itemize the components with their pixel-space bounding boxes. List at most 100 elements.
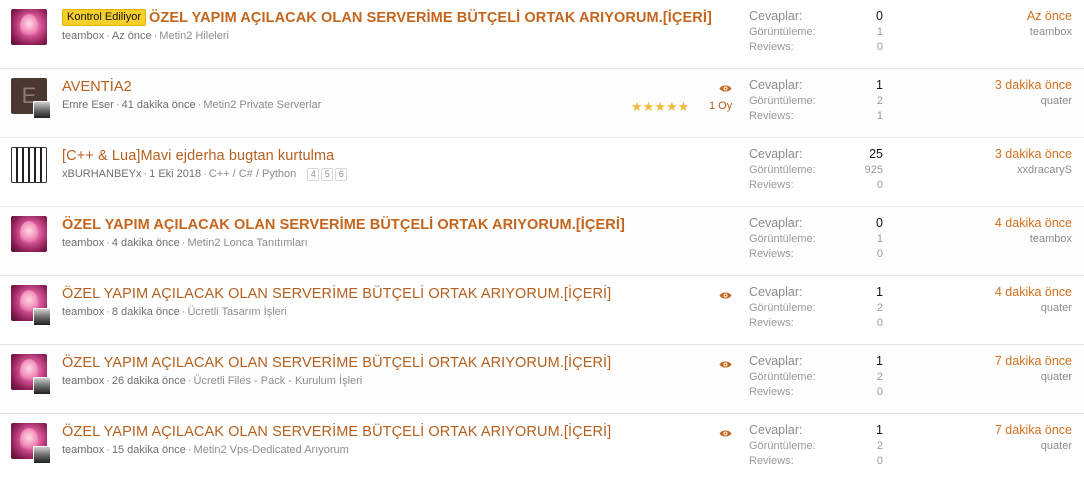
thread-stats: Cevaplar: 0 Görüntüleme: 1 Reviews: 0 <box>749 216 883 263</box>
thread-title-line: [C++ & Lua]Mavi ejderha bugtan kurtulma <box>62 147 334 165</box>
page-links: 456 <box>305 168 348 181</box>
thread-title-link[interactable]: ÖZEL YAPIM AÇILACAK OLAN SERVERİME BÜTÇE… <box>62 217 625 233</box>
views-count: 2 <box>876 371 883 383</box>
last-post-user[interactable]: quater <box>995 371 1072 383</box>
last-post-time[interactable]: 4 dakika önce <box>995 216 1072 233</box>
replies-label: Cevaplar: <box>749 423 803 437</box>
reviews-count: 0 <box>876 386 883 398</box>
eye-icon <box>719 430 732 437</box>
thread-stats: Cevaplar: 0 Görüntüleme: 1 Reviews: 0 <box>749 9 883 56</box>
thread-start-time[interactable]: 15 dakika önce <box>112 444 186 456</box>
thread-start-time[interactable]: 8 dakika önce <box>112 306 180 318</box>
thread-list: Kontrol Ediliyor ÖZEL YAPIM AÇILACAK OLAN… <box>0 0 1084 482</box>
thread-author-link[interactable]: xBURHANBEYx <box>62 168 141 180</box>
last-post: 4 dakika önce quater <box>995 285 1072 314</box>
last-post: 7 dakika önce quater <box>995 423 1072 452</box>
replies-label: Cevaplar: <box>749 354 803 368</box>
thread-author-link[interactable]: teambox <box>62 30 104 42</box>
thread-forum-link[interactable]: Ücretli Tasarım İşleri <box>187 306 286 318</box>
thread-title-link[interactable]: AVENTİA2 <box>62 79 132 95</box>
replies-count: 1 <box>876 354 883 368</box>
thread-author-link[interactable]: teambox <box>62 444 104 456</box>
star-icon: ★ <box>665 99 678 114</box>
thread-title-link[interactable]: ÖZEL YAPIM AÇILACAK OLAN SERVERİME BÜTÇE… <box>62 424 611 440</box>
last-post: Az önce teambox <box>1027 9 1072 38</box>
last-poster-avatar[interactable] <box>33 101 51 119</box>
reviews-count: 0 <box>876 317 883 329</box>
star-icon: ★ <box>654 99 666 114</box>
last-poster-avatar[interactable] <box>33 446 51 464</box>
thread-author-link[interactable]: teambox <box>62 375 104 387</box>
replies-label: Cevaplar: <box>749 216 803 230</box>
last-post-time[interactable]: 3 dakika önce <box>995 147 1072 164</box>
avatar[interactable] <box>11 9 47 45</box>
page-link[interactable]: 4 <box>307 168 320 181</box>
thread-title-line: ÖZEL YAPIM AÇILACAK OLAN SERVERİME BÜTÇE… <box>62 216 625 234</box>
thread-forum-link[interactable]: Metin2 Lonca Tanıtımları <box>187 237 307 249</box>
thread-title-link[interactable]: ÖZEL YAPIM AÇILACAK OLAN SERVERİME BÜTÇE… <box>62 355 611 371</box>
last-post-time[interactable]: 7 dakika önce <box>995 423 1072 440</box>
replies-count: 1 <box>876 285 883 299</box>
last-post-user[interactable]: quater <box>995 302 1072 314</box>
page-link[interactable]: 6 <box>335 168 348 181</box>
status-badge: Kontrol Ediliyor <box>62 9 146 26</box>
thread-title-line: ÖZEL YAPIM AÇILACAK OLAN SERVERİME BÜTÇE… <box>62 285 611 303</box>
thread-forum-link[interactable]: C++ / C# / Python <box>209 168 296 180</box>
reviews-label: Reviews: <box>749 317 794 329</box>
last-post-user[interactable]: quater <box>995 440 1072 452</box>
last-post-user[interactable]: teambox <box>995 233 1072 245</box>
last-poster-avatar[interactable] <box>33 308 51 326</box>
thread-title-link[interactable]: [C++ & Lua]Mavi ejderha bugtan kurtulma <box>62 148 334 164</box>
thread-forum-link[interactable]: Ücretli Files - Pack - Kurulum İşleri <box>194 375 363 387</box>
thread-meta: teambox · 4 dakika önce · Metin2 Lonca Tanıt… <box>62 237 308 249</box>
thread-start-time[interactable]: Az önce <box>112 30 152 42</box>
reviews-count: 1 <box>876 110 883 122</box>
reviews-count: 0 <box>876 41 883 53</box>
thread-title-link[interactable]: ÖZEL YAPIM AÇILACAK OLAN SERVERİME BÜTÇE… <box>149 10 712 26</box>
thread-author-link[interactable]: Emre Eser <box>62 99 114 111</box>
reviews-label: Reviews: <box>749 455 794 467</box>
thread-start-time[interactable]: 1 Eki 2018 <box>149 168 201 180</box>
star-icon: ★ <box>631 99 643 114</box>
last-post-user[interactable]: teambox <box>1027 26 1072 38</box>
thread-row: ÖZEL YAPIM AÇILACAK OLAN SERVERİME BÜTÇE… <box>0 207 1084 276</box>
last-post-time[interactable]: 7 dakika önce <box>995 354 1072 371</box>
thread-stats: Cevaplar: 1 Görüntüleme: 2 Reviews: 0 <box>749 354 883 401</box>
replies-count: 0 <box>876 216 883 230</box>
replies-count: 0 <box>876 9 883 23</box>
thread-forum-link[interactable]: Metin2 Hileleri <box>159 30 229 42</box>
thread-meta: teambox · 8 dakika önce · Ücretli Tasarım İş… <box>62 306 287 318</box>
thread-author-link[interactable]: teambox <box>62 306 104 318</box>
views-label: Görüntüleme: <box>749 440 816 452</box>
rating-stars[interactable]: ★★★★★ <box>631 99 689 115</box>
thread-title-link[interactable]: ÖZEL YAPIM AÇILACAK OLAN SERVERİME BÜTÇE… <box>62 286 611 302</box>
thread-title-line: ÖZEL YAPIM AÇILACAK OLAN SERVERİME BÜTÇE… <box>62 423 611 441</box>
avatar[interactable] <box>11 216 47 252</box>
thread-start-time[interactable]: 26 dakika önce <box>112 375 186 387</box>
views-label: Görüntüleme: <box>749 164 816 176</box>
star-icon: ★ <box>642 99 655 114</box>
thread-forum-link[interactable]: Metin2 Private Serverlar <box>203 99 321 111</box>
thread-start-time[interactable]: 41 dakika önce <box>122 99 196 111</box>
thread-meta: teambox · 26 dakika önce · Ücretli Files - P… <box>62 375 363 387</box>
last-post-user[interactable]: quater <box>995 95 1072 107</box>
last-post-time[interactable]: Az önce <box>1027 9 1072 26</box>
views-label: Görüntüleme: <box>749 371 816 383</box>
last-post-time[interactable]: 3 dakika önce <box>995 78 1072 95</box>
views-label: Görüntüleme: <box>749 95 816 107</box>
thread-stats: Cevaplar: 1 Görüntüleme: 2 Reviews: 0 <box>749 423 883 470</box>
views-count: 2 <box>876 302 883 314</box>
views-label: Görüntüleme: <box>749 302 816 314</box>
thread-forum-link[interactable]: Metin2 Vps-Dedicated Arıyorum <box>194 444 349 456</box>
last-post: 7 dakika önce quater <box>995 354 1072 383</box>
last-poster-avatar[interactable] <box>33 377 51 395</box>
replies-count: 25 <box>869 147 883 161</box>
reviews-count: 0 <box>876 248 883 260</box>
thread-meta: Emre Eser · 41 dakika önce · Metin2 Private … <box>62 99 322 111</box>
page-link[interactable]: 5 <box>321 168 334 181</box>
thread-start-time[interactable]: 4 dakika önce <box>112 237 180 249</box>
avatar[interactable] <box>11 147 47 183</box>
last-post-user[interactable]: xxdracaryS <box>995 164 1072 176</box>
thread-author-link[interactable]: teambox <box>62 237 104 249</box>
last-post-time[interactable]: 4 dakika önce <box>995 285 1072 302</box>
